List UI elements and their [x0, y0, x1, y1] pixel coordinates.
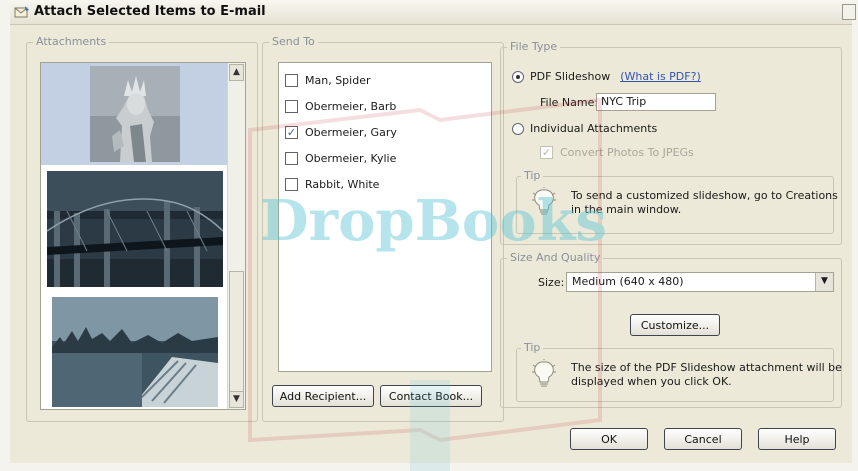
file-type-tip-text-2: in the main window. — [571, 203, 682, 216]
help-button[interactable]: Help — [758, 428, 836, 450]
recipient-checkbox[interactable] — [285, 177, 298, 191]
size-label: Size: — [538, 276, 565, 289]
attachments-scrollbar[interactable]: ▲ ▼ — [227, 63, 245, 409]
chevron-down-icon[interactable]: ▼ — [815, 273, 833, 291]
attachments-list[interactable]: ▲ ▼ — [40, 62, 246, 410]
ok-button[interactable]: OK — [570, 428, 648, 450]
pdf-slideshow-label: PDF Slideshow — [530, 70, 611, 83]
size-select[interactable]: Medium (640 x 480) ▼ — [566, 272, 834, 292]
size-tip-box: Tip The size of the PDF Slideshow attach… — [516, 341, 842, 402]
scroll-thumb[interactable] — [229, 271, 244, 395]
tip-legend: Tip — [521, 169, 544, 182]
close-button[interactable] — [842, 4, 856, 20]
city-waterfront-photo — [52, 297, 218, 407]
cancel-button[interactable]: Cancel — [664, 428, 742, 450]
recipient-item[interactable]: Man, Spider — [285, 71, 371, 89]
brooklyn-bridge-photo — [47, 171, 223, 287]
recipient-checkbox[interactable] — [285, 73, 298, 87]
individual-attachments-option[interactable]: Individual Attachments — [512, 122, 657, 135]
recipient-checkbox[interactable] — [285, 151, 298, 165]
recipient-item[interactable]: Rabbit, White — [285, 175, 379, 193]
dialog-title: Attach Selected Items to E-mail — [34, 4, 266, 19]
recipient-name: Obermeier, Gary — [305, 125, 397, 139]
file-name-field[interactable]: NYC Trip — [596, 93, 716, 111]
customize-button[interactable]: Customize... — [630, 314, 720, 336]
file-name-label: File Name: — [540, 96, 599, 109]
convert-photos-checkbox[interactable]: ✓ — [540, 146, 553, 159]
lightbulb-icon — [532, 187, 556, 215]
recipient-checkbox[interactable] — [285, 99, 298, 113]
attach-dialog: Attach Selected Items to E-mail Attachme… — [0, 0, 858, 471]
email-attach-icon — [14, 6, 29, 18]
individual-attachments-label: Individual Attachments — [530, 122, 658, 135]
title-bar[interactable]: Attach Selected Items to E-mail — [10, 0, 856, 25]
scroll-up-button[interactable]: ▲ — [229, 64, 244, 81]
recipient-name: Man, Spider — [305, 73, 371, 87]
pdf-slideshow-option[interactable]: PDF Slideshow (What is PDF?) — [512, 70, 701, 83]
size-tip-text-2: displayed when you click OK. — [571, 375, 732, 388]
thumbnail-statue-of-liberty[interactable] — [41, 63, 229, 165]
contact-book-button[interactable]: Contact Book... — [380, 385, 482, 407]
thumbnail-brooklyn-bridge[interactable] — [41, 171, 229, 289]
recipient-item[interactable]: Obermeier, Barb — [285, 97, 396, 115]
what-is-pdf-link[interactable]: (What is PDF?) — [620, 70, 701, 83]
attachments-legend: Attachments — [33, 35, 110, 48]
scroll-down-button[interactable]: ▼ — [229, 391, 244, 408]
lightbulb-icon — [532, 359, 556, 387]
recipient-item[interactable]: ✓ Obermeier, Gary — [285, 123, 397, 141]
tip-legend: Tip — [521, 341, 544, 354]
file-type-tip-box: Tip To send a customized slideshow, go t… — [516, 169, 838, 234]
recipient-checkbox-checked[interactable]: ✓ — [285, 125, 298, 139]
individual-attachments-radio[interactable] — [512, 122, 524, 135]
size-tip-text-1: The size of the PDF Slideshow attachment… — [571, 361, 842, 374]
recipient-name: Obermeier, Barb — [305, 99, 397, 113]
convert-photos-option[interactable]: ✓ Convert Photos To JPEGs — [540, 146, 694, 159]
size-quality-legend: Size And Quality — [507, 251, 604, 264]
recipients-list: Man, Spider Obermeier, Barb ✓ Obermeier,… — [278, 62, 492, 372]
recipient-name: Rabbit, White — [305, 177, 380, 191]
send-to-legend: Send To — [269, 35, 318, 48]
size-select-value: Medium (640 x 480) — [572, 275, 684, 288]
file-type-legend: File Type — [507, 40, 561, 53]
pdf-slideshow-radio[interactable] — [512, 70, 524, 83]
add-recipient-button[interactable]: Add Recipient... — [272, 385, 374, 407]
file-type-tip-text-1: To send a customized slideshow, go to Cr… — [571, 189, 838, 202]
convert-photos-label: Convert Photos To JPEGs — [560, 146, 694, 159]
recipient-name: Obermeier, Kylie — [305, 151, 397, 165]
statue-of-liberty-photo — [90, 66, 180, 162]
thumbnail-city-waterfront[interactable] — [41, 297, 229, 409]
recipient-item[interactable]: Obermeier, Kylie — [285, 149, 396, 167]
